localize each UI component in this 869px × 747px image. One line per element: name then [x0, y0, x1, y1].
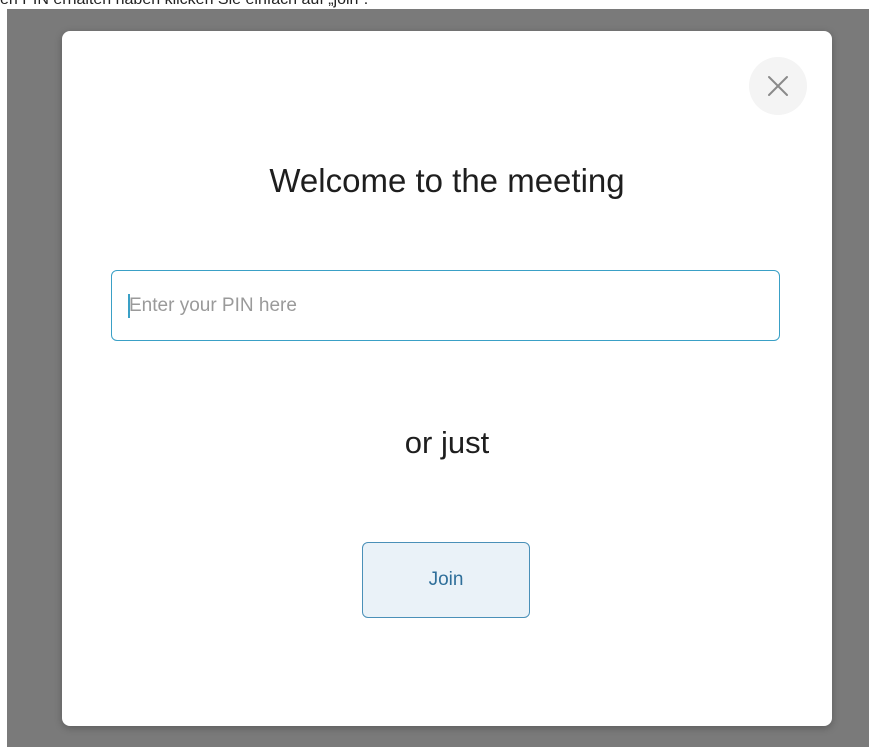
background-page: en PIN erhalten haben klicken Sie einfac… [0, 0, 869, 9]
text-caret [128, 294, 130, 318]
or-just-label: or just [404, 425, 490, 460]
join-button[interactable]: Join [362, 542, 530, 618]
dialog-title: Welcome to the meeting [269, 162, 625, 199]
background-instruction-text: en PIN erhalten haben klicken Sie einfac… [0, 0, 368, 9]
welcome-dialog: Welcome to the meeting or just Join [62, 31, 832, 726]
close-button[interactable] [749, 57, 807, 115]
pin-input[interactable] [111, 270, 780, 341]
close-icon [768, 76, 788, 96]
